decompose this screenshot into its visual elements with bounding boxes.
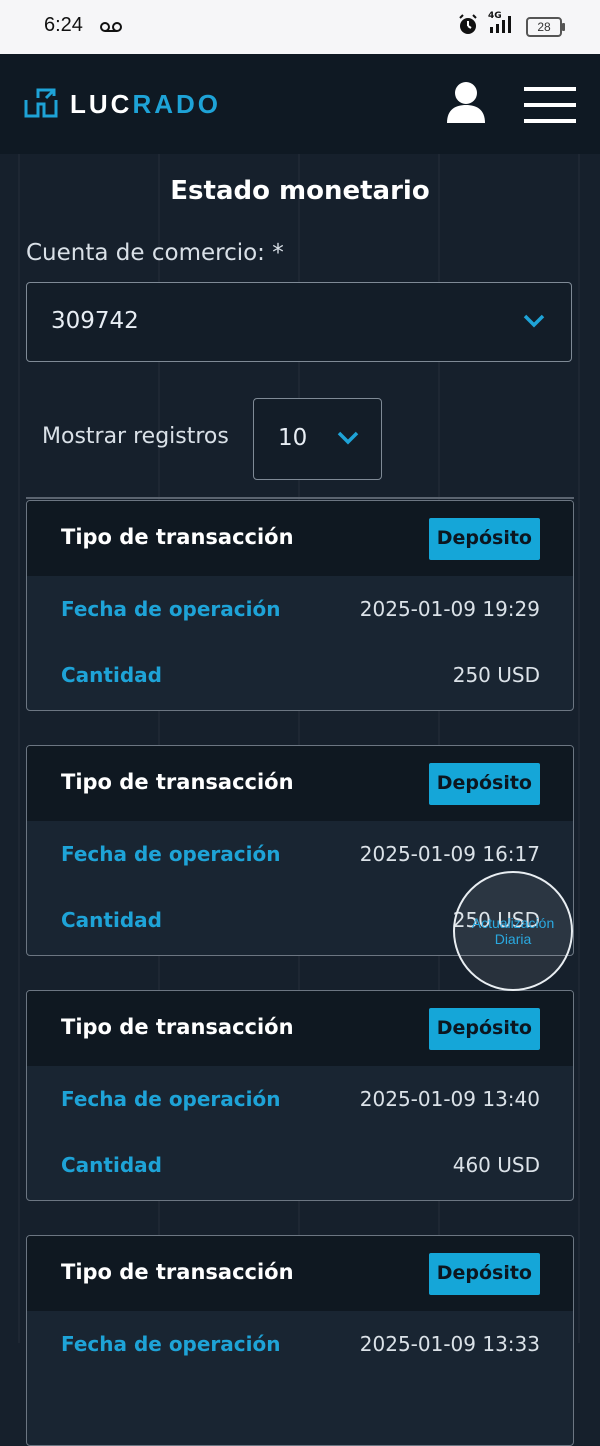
operation-date-label: Fecha de operación [61, 1332, 281, 1356]
amount-row: Cantidad 460 USD [61, 1153, 540, 1193]
status-bar: 6:24 4G 28 [0, 0, 600, 54]
account-select[interactable]: 309742 [26, 282, 572, 362]
operation-date-value: 2025-01-09 19:29 [359, 597, 540, 621]
card-header: Tipo de transacción Depósito [27, 746, 573, 821]
account-label: Cuenta de comercio: * [26, 240, 284, 266]
alarm-icon [458, 14, 478, 40]
logo[interactable]: LUCRADO [24, 86, 221, 122]
card-header: Tipo de transacción Depósito [27, 991, 573, 1066]
transaction-card: Tipo de transacción Depósito Fecha de op… [26, 1235, 574, 1446]
network-type: 4G [488, 11, 502, 21]
operation-date-row: Fecha de operación 2025-01-09 13:33 [61, 1332, 540, 1372]
amount-value: 460 USD [452, 1153, 540, 1177]
transaction-card: Tipo de transacción Depósito Fecha de op… [26, 500, 574, 711]
account-value: 309742 [51, 308, 139, 334]
amount-value: 250 USD [452, 663, 540, 687]
chevron-down-icon [523, 313, 545, 332]
page-title: Estado monetario [170, 176, 430, 206]
daily-update-label: Actualización Diaria [471, 915, 555, 947]
operation-date-value: 2025-01-09 16:17 [359, 842, 540, 866]
amount-label: Cantidad [61, 908, 162, 932]
daily-update-floating-button[interactable]: Actualización Diaria [453, 871, 573, 991]
transaction-type-badge: Depósito [428, 1253, 540, 1295]
transaction-type-label: Tipo de transacción [61, 525, 294, 549]
user-icon[interactable] [446, 81, 486, 127]
transaction-type-label: Tipo de transacción [61, 770, 294, 794]
app-header: LUCRADO [0, 54, 600, 154]
card-header: Tipo de transacción Depósito [27, 1236, 573, 1311]
transaction-card: Tipo de transacción Depósito Fecha de op… [26, 990, 574, 1201]
amount-row: Cantidad 250 USD [61, 663, 540, 703]
operation-date-label: Fecha de operación [61, 842, 281, 866]
operation-date-row: Fecha de operación 2025-01-09 19:29 [61, 597, 540, 637]
operation-date-value: 2025-01-09 13:40 [359, 1087, 540, 1111]
chevron-down-icon [337, 430, 359, 449]
operation-date-row: Fecha de operación 2025-01-09 13:40 [61, 1087, 540, 1127]
records-value: 10 [278, 425, 308, 451]
voicemail-icon [100, 18, 122, 37]
operation-date-value: 2025-01-09 13:33 [359, 1332, 540, 1356]
operation-date-label: Fecha de operación [61, 1087, 281, 1111]
hamburger-menu-icon[interactable] [524, 87, 576, 127]
operation-date-label: Fecha de operación [61, 597, 281, 621]
operation-date-row: Fecha de operación 2025-01-09 16:17 [61, 842, 540, 882]
amount-label: Cantidad [61, 663, 162, 687]
transaction-type-badge: Depósito [428, 1008, 540, 1050]
card-header: Tipo de transacción Depósito [27, 501, 573, 576]
amount-label: Cantidad [61, 1153, 162, 1177]
transaction-type-badge: Depósito [428, 763, 540, 805]
status-time: 6:24 [44, 14, 83, 36]
battery-icon: 28 [526, 17, 565, 37]
divider [26, 497, 574, 499]
signal-icon: 4G [488, 11, 516, 39]
logo-text: LUCRADO [70, 88, 221, 119]
records-select[interactable]: 10 [253, 398, 382, 480]
transaction-type-label: Tipo de transacción [61, 1260, 294, 1284]
logo-icon [24, 86, 58, 122]
records-label: Mostrar registros [42, 424, 229, 449]
transaction-type-badge: Depósito [428, 518, 540, 560]
transaction-type-label: Tipo de transacción [61, 1015, 294, 1039]
